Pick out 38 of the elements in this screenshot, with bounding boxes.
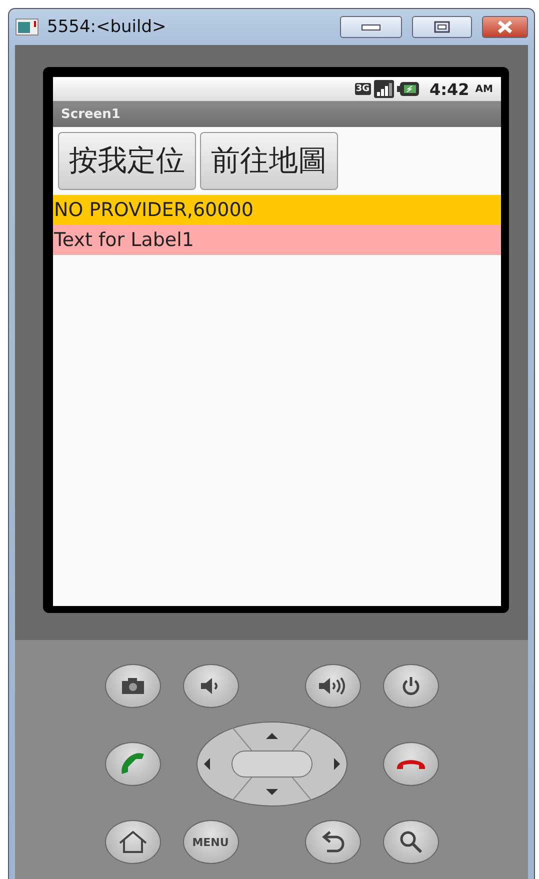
maximize-button[interactable]: [412, 16, 472, 38]
phone-icon: [120, 752, 146, 776]
text-label: NO PROVIDER,60000: [53, 195, 501, 225]
hang-up-icon: [396, 758, 426, 770]
battery-icon: [396, 82, 418, 96]
speaker-low-icon: [200, 678, 220, 694]
clock-time: 4:42: [430, 80, 470, 98]
network-indicator: 3G: [354, 83, 370, 95]
minimize-button[interactable]: [340, 16, 402, 38]
app-button[interactable]: 前往地圖: [200, 132, 338, 190]
power-icon: [402, 677, 420, 695]
menu-key[interactable]: MENU: [182, 820, 238, 864]
screen-title: Screen1: [53, 101, 501, 127]
back-icon: [320, 831, 344, 853]
back-key[interactable]: [304, 820, 360, 864]
volume-up-key[interactable]: [304, 664, 360, 708]
power-key[interactable]: [382, 664, 438, 708]
home-icon: [118, 830, 148, 854]
volume-down-key[interactable]: [182, 664, 238, 708]
camera-icon: [122, 678, 144, 694]
app-button[interactable]: 按我定位: [58, 132, 196, 190]
end-call-key[interactable]: [382, 742, 438, 786]
maximize-icon: [434, 21, 450, 33]
clock-period: AM: [475, 84, 493, 94]
window-title: 5554:<build>: [47, 17, 168, 37]
close-button[interactable]: [482, 16, 528, 38]
camera-key[interactable]: [104, 664, 160, 708]
call-key[interactable]: [104, 742, 160, 786]
app-icon: [15, 18, 39, 36]
speaker-high-icon: [318, 677, 346, 695]
search-icon: [398, 830, 422, 854]
directional-pad[interactable]: [196, 722, 347, 806]
home-key[interactable]: [104, 820, 160, 864]
search-key[interactable]: [382, 820, 438, 864]
minimize-icon: [361, 23, 381, 31]
signal-icon: [374, 80, 394, 98]
close-icon: [496, 20, 514, 34]
text-label: Text for Label1: [53, 225, 501, 255]
